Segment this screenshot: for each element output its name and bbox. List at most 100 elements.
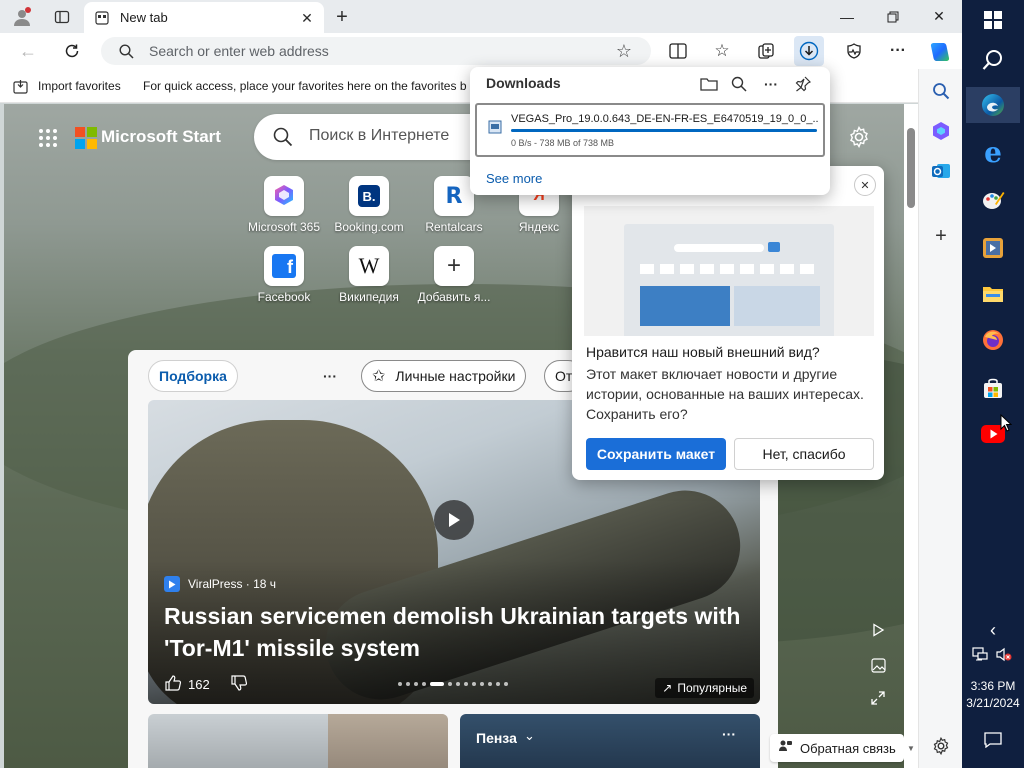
collections-icon[interactable]	[754, 39, 778, 63]
taskbar-store-icon[interactable]	[975, 370, 1011, 406]
app-launcher-icon[interactable]	[36, 126, 60, 150]
page-scrollbar[interactable]: ▲ ▼	[904, 104, 918, 768]
chevron-down-icon[interactable]: ⌄	[524, 728, 535, 744]
browser-essentials-icon[interactable]	[842, 39, 866, 63]
background-play-icon[interactable]	[866, 618, 890, 642]
tab-selection[interactable]: Подборка	[148, 360, 238, 392]
page-settings-gear-icon[interactable]	[846, 124, 872, 150]
scroll-thumb[interactable]	[907, 128, 915, 208]
downloads-icon[interactable]	[794, 36, 824, 66]
split-screen-icon[interactable]	[666, 39, 690, 63]
pin-icon[interactable]	[792, 73, 814, 95]
system-clock[interactable]: 3:36 PM 3/21/2024	[962, 678, 1024, 712]
quick-link-wikipedia[interactable]: W Википедия	[328, 246, 410, 304]
add-favorite-star-icon[interactable]: ☆	[613, 40, 635, 62]
tab-actions-icon[interactable]	[50, 5, 74, 29]
microsoft-start-brand[interactable]: Microsoft Start	[101, 127, 221, 147]
weather-more-icon[interactable]: ···	[722, 726, 736, 742]
taskbar-edge-icon[interactable]	[966, 87, 1020, 123]
profile-icon[interactable]	[10, 5, 34, 29]
address-bar[interactable]: ☆	[101, 37, 651, 65]
close-window-button[interactable]: ✕	[916, 0, 962, 33]
feedback-button[interactable]: Обратная связь	[770, 734, 904, 762]
start-windows-icon[interactable]	[975, 2, 1011, 38]
taskbar-vegas-icon[interactable]	[975, 230, 1011, 266]
feedback-icon	[778, 739, 793, 757]
download-item[interactable]: VEGAS_Pro_19.0.0.643_DE-EN-FR-ES_E647051…	[475, 103, 825, 157]
save-layout-button[interactable]: Сохранить макет	[586, 438, 726, 470]
search-icon	[117, 42, 135, 60]
sidebar-settings-gear-icon[interactable]	[929, 734, 953, 758]
quick-link-label: Microsoft 365	[247, 220, 321, 234]
tab-selection-label: Подборка	[159, 368, 227, 384]
downloads-more-icon[interactable]: ···	[760, 73, 782, 95]
favorites-icon[interactable]: ☆	[710, 39, 734, 63]
news-card[interactable]	[148, 714, 448, 768]
new-layout-popup: ✕ Нравится наш новый внешний вид? Этот м…	[572, 166, 884, 480]
see-more-link[interactable]: See more	[486, 171, 542, 186]
volume-muted-icon[interactable]	[996, 647, 1012, 665]
rentalcars-icon: R	[445, 183, 463, 209]
play-video-button[interactable]	[434, 500, 474, 540]
trending-arrow-icon: ↗	[662, 681, 673, 695]
tab-new-tab[interactable]: New tab ✕	[84, 2, 324, 33]
file-icon	[487, 119, 503, 135]
article-title[interactable]: Russian servicemen demolish Ukrainian ta…	[164, 600, 754, 664]
taskbar-paint-icon[interactable]	[975, 182, 1011, 218]
close-tab-icon[interactable]: ✕	[298, 9, 316, 27]
minimize-button[interactable]: —	[824, 0, 870, 33]
carousel-dots[interactable]	[398, 682, 508, 686]
downloads-flyout: Downloads ··· VEGAS_Pro_19.0.0.643_DE-EN…	[470, 67, 830, 195]
search-downloads-icon[interactable]	[728, 73, 750, 95]
address-input[interactable]	[149, 41, 599, 61]
new-tab-page: Microsoft Start Microsoft 365 B. Booking…	[4, 104, 904, 768]
quick-link-label: Rentalcars	[425, 220, 483, 234]
more-options-icon[interactable]: ···	[886, 39, 910, 63]
download-progress-fill	[511, 129, 817, 132]
feed-more-icon[interactable]: ···	[318, 364, 342, 388]
like-icon[interactable]	[164, 674, 182, 695]
show-hidden-icons-chevron-icon[interactable]: ‹	[975, 612, 1011, 648]
quick-link-facebook[interactable]: f Facebook	[243, 246, 325, 304]
quick-link-booking[interactable]: B. Booking.com	[328, 176, 410, 234]
sidebar-add-icon[interactable]: +	[929, 224, 953, 248]
sidebar-copilot-icon[interactable]	[929, 119, 953, 143]
new-tab-page-icon	[94, 10, 110, 26]
personalize-button[interactable]: ✩ Личные настройки	[361, 360, 527, 392]
restore-button[interactable]	[870, 0, 916, 33]
tab-bar: New tab ✕ + — ✕	[0, 0, 962, 33]
sidebar-search-icon[interactable]	[929, 79, 953, 103]
downloads-title: Downloads	[486, 75, 561, 91]
background-image-icon[interactable]	[866, 653, 890, 677]
copilot-icon[interactable]	[926, 39, 952, 65]
taskbar-ie-icon[interactable]: e	[975, 134, 1011, 170]
quick-link-microsoft-365[interactable]: Microsoft 365	[243, 176, 325, 234]
taskbar-file-explorer-icon[interactable]	[975, 276, 1011, 312]
favorites-hint-text: For quick access, place your favorites h…	[143, 79, 467, 93]
weather-card[interactable]: Пенза ⌄ ···	[460, 714, 760, 768]
no-thanks-button[interactable]: Нет, спасибо	[734, 438, 874, 470]
close-popup-icon[interactable]: ✕	[854, 174, 876, 196]
taskbar-firefox-icon[interactable]	[975, 322, 1011, 358]
quick-link-label: Booking.com	[334, 220, 404, 234]
refresh-icon[interactable]	[60, 39, 84, 63]
new-tab-plus-icon[interactable]: +	[330, 5, 354, 29]
notification-center-icon[interactable]	[975, 722, 1011, 758]
edge-sidebar: +	[918, 69, 962, 768]
trending-label: Популярные	[677, 681, 747, 695]
scroll-down-arrow-icon[interactable]: ▼	[907, 744, 915, 753]
import-favorites-icon[interactable]	[12, 78, 28, 94]
sidebar-outlook-icon[interactable]	[929, 159, 953, 183]
quick-link-add[interactable]: + Добавить я...	[413, 246, 495, 304]
network-icon[interactable]	[972, 647, 988, 665]
dislike-icon[interactable]	[230, 674, 248, 695]
weather-city[interactable]: Пенза	[476, 730, 517, 746]
taskbar-search-icon[interactable]	[975, 42, 1011, 78]
back-icon[interactable]: ←	[16, 39, 40, 63]
facebook-icon: f	[272, 254, 296, 278]
clock-date: 3/21/2024	[966, 696, 1020, 710]
open-folder-icon[interactable]	[698, 73, 720, 95]
import-favorites-link[interactable]: Import favorites	[38, 79, 121, 93]
microsoft-logo-icon[interactable]	[74, 126, 98, 150]
expand-icon[interactable]	[866, 686, 890, 710]
